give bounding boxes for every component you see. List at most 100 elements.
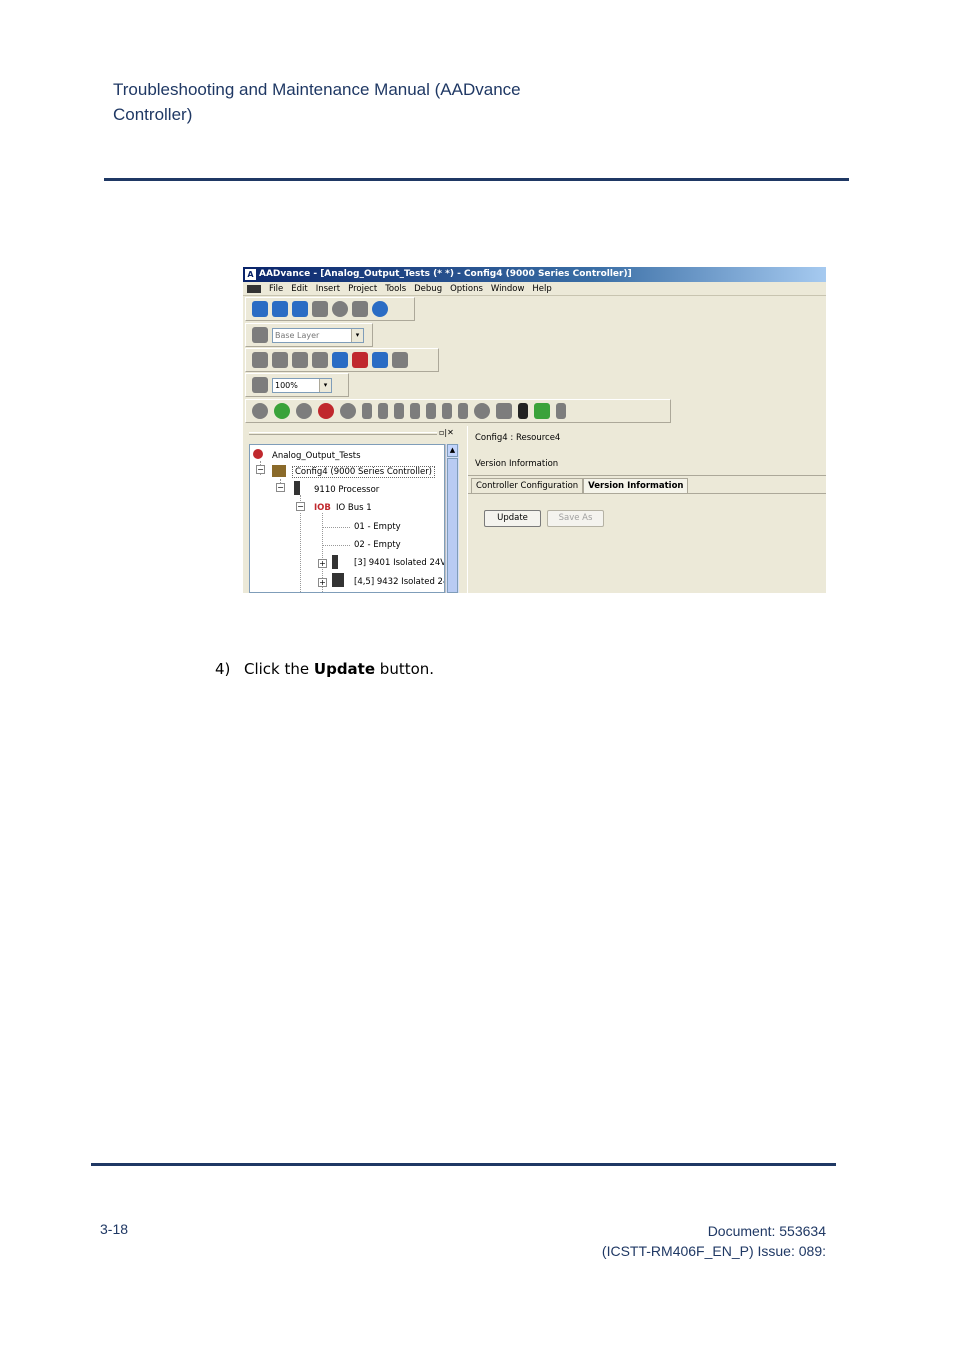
step-text-pre: Click the: [244, 660, 314, 678]
application-screenshot: A AADvance - [Analog_Output_Tests (* *) …: [243, 267, 826, 593]
tab-controller-configuration[interactable]: Controller Configuration: [471, 478, 584, 493]
bus-icon[interactable]: [312, 301, 328, 317]
tree-node-slot-2[interactable]: 02 - Empty: [354, 540, 401, 550]
app-icon: A: [245, 269, 256, 280]
step-number: 4): [215, 660, 231, 678]
menu-help[interactable]: Help: [532, 282, 551, 295]
iob-icon: IOB: [314, 503, 331, 513]
download-icon[interactable]: [352, 352, 368, 368]
binding-icon[interactable]: [332, 301, 348, 317]
processor-icon: [294, 481, 300, 495]
menu-window[interactable]: Window: [491, 282, 525, 295]
module-icon: [332, 573, 344, 587]
breakpoint-icon[interactable]: [410, 403, 420, 419]
step-text-post: button.: [375, 660, 435, 678]
stop-icon[interactable]: [296, 403, 312, 419]
scroll-up-icon[interactable]: ▲: [447, 444, 458, 457]
project-icon: [253, 449, 263, 459]
zoom-select[interactable]: 100% ▾: [272, 377, 332, 393]
grid-icon[interactable]: [496, 403, 512, 419]
update-button[interactable]: Update: [484, 510, 541, 527]
menu-bar: File Edit Insert Project Tools Debug Opt…: [243, 282, 826, 296]
module-icon: [332, 555, 338, 569]
gear-icon[interactable]: [352, 301, 368, 317]
mdi-window-icon[interactable]: [247, 285, 261, 293]
connect-icon[interactable]: [252, 403, 268, 419]
save-as-button[interactable]: Save As: [547, 510, 604, 527]
menu-project[interactable]: Project: [348, 282, 377, 295]
tree-node-slot-3[interactable]: [3] 9401 Isolated 24Vdc: [354, 558, 444, 568]
start-icon[interactable]: [274, 403, 290, 419]
config-icon: [272, 465, 286, 477]
octagon-icon[interactable]: [474, 403, 490, 419]
document-number: Document: 553634: [707, 1223, 826, 1239]
collapse-icon[interactable]: −: [276, 483, 285, 492]
layer-select[interactable]: Base Layer ▾: [272, 327, 364, 343]
pause-bars-icon[interactable]: [458, 403, 468, 419]
resource-icon[interactable]: [292, 301, 308, 317]
toolbar-debug: [245, 399, 671, 423]
collapse-icon[interactable]: −: [296, 502, 305, 511]
tree-node-io-bus[interactable]: IO Bus 1: [336, 503, 372, 513]
chevron-down-icon[interactable]: ▾: [319, 378, 331, 392]
pane-grip[interactable]: [249, 432, 437, 435]
refresh-icon[interactable]: [534, 403, 550, 419]
tree-node-processor[interactable]: 9110 Processor: [314, 485, 379, 495]
step-over-icon[interactable]: [442, 403, 452, 419]
network-icon[interactable]: [252, 301, 268, 317]
tab-divider: [468, 493, 826, 494]
layer-select-value: Base Layer: [275, 330, 320, 340]
traffic-light-icon[interactable]: [518, 403, 528, 419]
save-program-icon[interactable]: [292, 352, 308, 368]
document-reference: Document: 553634 (ICSTT-RM406F_EN_P) Iss…: [602, 1221, 826, 1261]
window-title: AADvance - [Analog_Output_Tests (* *) - …: [259, 269, 632, 279]
run-to-icon[interactable]: [426, 403, 436, 419]
menu-file[interactable]: File: [269, 282, 283, 295]
fast-forward-icon[interactable]: [394, 403, 404, 419]
menu-options[interactable]: Options: [450, 282, 483, 295]
disconnect-icon[interactable]: [318, 403, 334, 419]
zoom-select-value: 100%: [275, 380, 298, 390]
step-into-icon[interactable]: [378, 403, 388, 419]
tab-strip: Controller Configuration Version Informa…: [471, 478, 689, 493]
footer-rule: [91, 1163, 836, 1166]
tree-node-slot-4[interactable]: [4,5] 9432 Isolated 24V: [354, 577, 444, 587]
link-icon[interactable]: [272, 301, 288, 317]
page-number: 3-18: [100, 1221, 129, 1237]
tree-node-project[interactable]: Analog_Output_Tests: [272, 451, 361, 461]
menu-tools[interactable]: Tools: [385, 282, 406, 295]
tree-node-slot-1[interactable]: 01 - Empty: [354, 522, 401, 532]
layer-icon[interactable]: [252, 327, 268, 343]
menu-debug[interactable]: Debug: [414, 282, 442, 295]
document-icon[interactable]: [392, 352, 408, 368]
expand-icon[interactable]: +: [318, 559, 327, 568]
toolbar-documents: [245, 348, 439, 372]
menu-insert[interactable]: Insert: [316, 282, 340, 295]
step-icon[interactable]: [362, 403, 372, 419]
close-icon[interactable]: ▫|✕: [439, 428, 454, 437]
tree-node-config[interactable]: Config4 (9000 Series Controller): [292, 466, 436, 478]
tab-version-information[interactable]: Version Information: [583, 478, 689, 493]
tree-scrollbar[interactable]: ▲: [445, 444, 459, 593]
collapse-icon[interactable]: −: [256, 465, 265, 474]
menu-edit[interactable]: Edit: [291, 282, 307, 295]
close-program-icon[interactable]: [312, 352, 328, 368]
window-icon[interactable]: [252, 377, 268, 393]
window-titlebar: A AADvance - [Analog_Output_Tests (* *) …: [243, 267, 826, 282]
resource-path: Config4 : Resource4: [475, 433, 561, 443]
search-icon[interactable]: [372, 301, 388, 317]
upload-icon[interactable]: [372, 352, 388, 368]
chevron-down-icon[interactable]: ▾: [351, 328, 363, 342]
dictionary-icon[interactable]: [332, 352, 348, 368]
toolbar-zoom: 100% ▾: [245, 373, 349, 397]
section-divider: [468, 475, 826, 476]
document-header-title: Troubleshooting and Maintenance Manual (…: [113, 80, 521, 124]
pause-icon[interactable]: [340, 403, 356, 419]
expand-icon[interactable]: +: [318, 578, 327, 587]
lightning-icon[interactable]: [556, 403, 566, 419]
open-program-icon[interactable]: [272, 352, 288, 368]
new-program-icon[interactable]: [252, 352, 268, 368]
scrollbar-thumb[interactable]: [447, 458, 458, 593]
instruction-step: 4) Click the Update button.: [215, 660, 434, 678]
header-rule: [104, 178, 849, 181]
